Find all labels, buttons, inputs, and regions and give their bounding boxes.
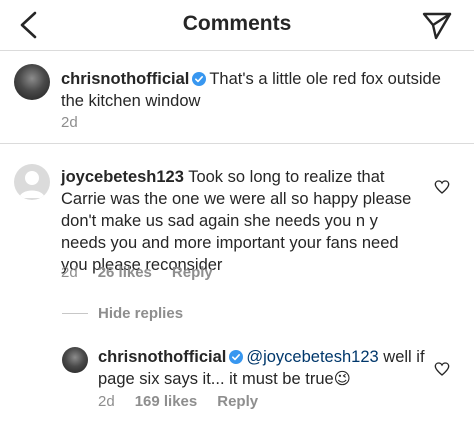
like-heart-icon[interactable] — [434, 179, 450, 195]
reply-likes[interactable]: 169 likes — [135, 393, 198, 410]
reply-timestamp: 2d — [98, 393, 115, 410]
reply-mention[interactable]: @joycebetesh123 — [246, 348, 378, 366]
caption-meta: 2d — [61, 114, 98, 131]
comment-reply-button[interactable]: Reply — [172, 264, 213, 281]
header-bar: Comments — [0, 0, 474, 50]
default-avatar-icon — [19, 171, 45, 198]
comment-likes[interactable]: 26 likes — [98, 264, 152, 281]
like-heart-icon[interactable] — [434, 361, 450, 377]
reply-username[interactable]: chrisnothofficial — [98, 348, 226, 366]
comment-text: joycebetesh123 Took so long to realize t… — [61, 166, 427, 276]
avatar[interactable] — [62, 347, 88, 373]
hide-replies-button[interactable]: Hide replies — [98, 305, 183, 322]
caption-divider — [0, 143, 474, 144]
avatar[interactable] — [14, 164, 50, 200]
reply-reply-button[interactable]: Reply — [217, 393, 258, 410]
header-divider — [0, 50, 474, 51]
verified-badge-icon — [229, 350, 244, 364]
caption-text: chrisnothofficial That's a little ole red… — [61, 68, 441, 112]
avatar[interactable] — [14, 64, 50, 100]
comment-timestamp: 2d — [61, 264, 78, 281]
caption-username[interactable]: chrisnothofficial — [61, 70, 189, 88]
reply-text: chrisnothofficial @joycebetesh123 well if… — [98, 346, 428, 390]
reply-meta: 2d 169 likes Reply — [98, 393, 278, 410]
caption-timestamp: 2d — [61, 114, 78, 131]
direct-message-icon[interactable] — [420, 8, 454, 42]
hide-replies-line — [62, 313, 88, 314]
comment-username[interactable]: joycebetesh123 — [61, 168, 184, 186]
page-title: Comments — [182, 12, 292, 35]
verified-badge-icon — [192, 72, 207, 86]
comment-meta: 2d 26 likes Reply — [61, 264, 233, 281]
